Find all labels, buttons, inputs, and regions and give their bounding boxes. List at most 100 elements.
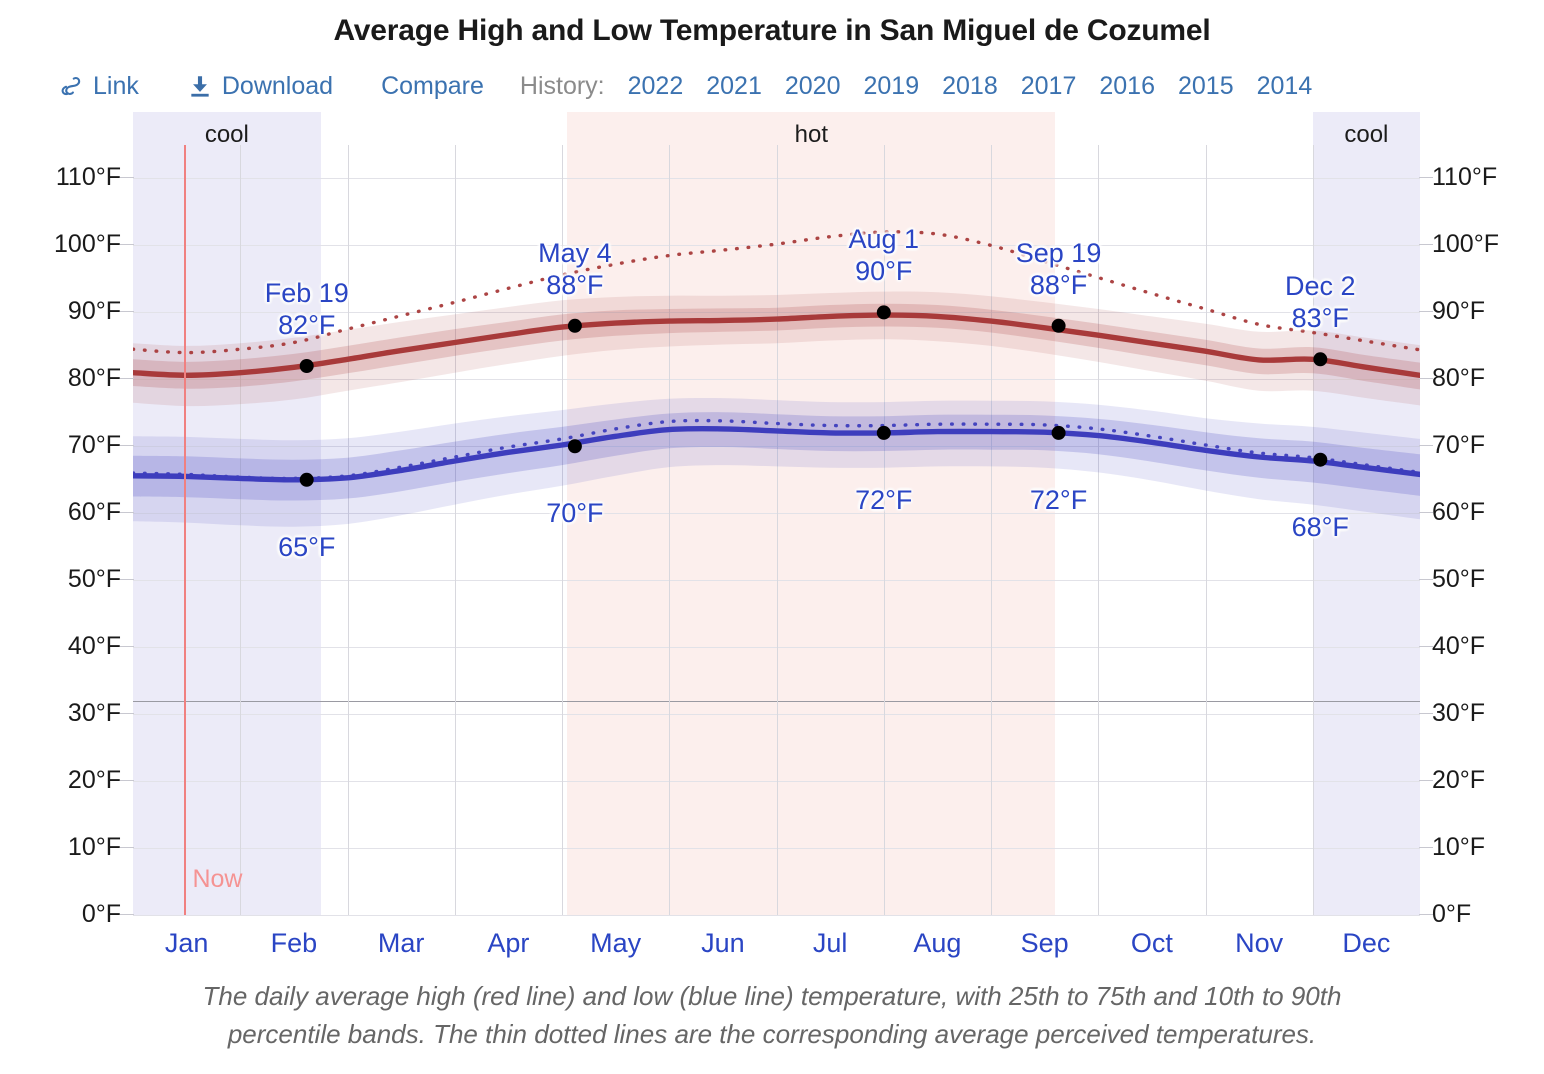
y-axis-tick-left-50: 50°F — [68, 567, 134, 592]
x-axis-tick-may: May — [590, 928, 642, 958]
x-axis-tick-oct: Oct — [1130, 928, 1173, 958]
y-axis-tick-right-90: 90°F — [1419, 299, 1485, 324]
annotation-sep19_low: 72°F — [949, 485, 1169, 517]
link-label: Link — [93, 71, 139, 100]
y-axis-tick-left-30: 30°F — [68, 701, 134, 726]
annotation-dot-sep19 — [1051, 318, 1066, 333]
y-axis-tick-right-110: 110°F — [1419, 165, 1497, 190]
y-tick-dash — [1419, 445, 1433, 447]
annotation-dec2_low: 68°F — [1210, 512, 1430, 544]
annotation-value-sep19_low: 72°F — [1029, 484, 1088, 515]
annotation-may4: May 4 88°F — [465, 238, 685, 302]
x-axis-tick-jun: Jun — [701, 928, 745, 958]
history-year-2021[interactable]: 2021 — [706, 72, 762, 101]
y-axis-tick-left-70: 70°F — [68, 433, 134, 458]
y-axis-tick-left-60: 60°F — [68, 500, 134, 525]
annotation-feb19: Feb 19 82°F — [197, 278, 417, 342]
history-label: History: — [519, 71, 605, 100]
annotation-dot-sep19_low — [1051, 425, 1066, 440]
y-axis-tick-left-110: 110°F — [56, 165, 134, 190]
annotation-value-dec2: 83°F — [1291, 303, 1349, 334]
annotation-dot-may4 — [567, 318, 582, 333]
x-axis-tick-dec: Dec — [1342, 928, 1391, 958]
y-tick-dash — [120, 579, 134, 581]
annotation-dec2: Dec 2 83°F — [1210, 271, 1430, 335]
annotation-dot-may4_low — [567, 439, 582, 454]
y-axis-tick-left-90: 90°F — [68, 299, 134, 324]
annotation-dot-dec2 — [1313, 352, 1328, 367]
history-year-2018[interactable]: 2018 — [942, 72, 998, 101]
history-year-2015[interactable]: 2015 — [1178, 72, 1234, 101]
y-tick-dash — [1419, 780, 1433, 782]
y-axis-tick-right-20: 20°F — [1419, 768, 1485, 793]
y-tick-dash — [120, 847, 134, 849]
y-axis-tick-right-40: 40°F — [1419, 634, 1485, 659]
annotation-value-sep19: 88°F — [1029, 269, 1088, 300]
history-year-2017[interactable]: 2017 — [1021, 72, 1077, 101]
annotation-dot-aug1 — [876, 305, 891, 320]
y-axis-tick-left-80: 80°F — [68, 366, 134, 391]
annotation-dot-dec2_low — [1313, 452, 1328, 467]
y-axis-tick-right-60: 60°F — [1419, 500, 1485, 525]
history-year-2016[interactable]: 2016 — [1099, 72, 1155, 101]
temperature-chart[interactable]: cool hot cool Now 0°F 0°F 10°F 10°F 20°F 20°F 30… — [54, 112, 1499, 958]
caption-line-1: The daily average high (red line) and lo… — [202, 981, 1342, 1011]
x-axis-tick-aug: Aug — [913, 928, 962, 958]
annotation-dot-feb19 — [299, 359, 314, 373]
history-year-2020[interactable]: 2020 — [785, 72, 841, 101]
annotation-value-may4: 88°F — [546, 269, 604, 300]
y-tick-dash — [120, 445, 134, 447]
annotation-value-may4_low: 70°F — [546, 498, 604, 529]
y-tick-dash — [120, 244, 134, 246]
y-axis-tick-left-40: 40°F — [68, 634, 134, 659]
x-axis-tick-feb: Feb — [270, 928, 318, 958]
annotation-date-feb19: Feb 19 — [264, 277, 349, 308]
y-axis-tick-right-30: 30°F — [1419, 701, 1485, 726]
chart-toolbar: Link Download Compare History: 2022 2021… — [58, 68, 1312, 104]
y-axis-tick-left-10: 10°F — [68, 835, 134, 860]
y-tick-dash — [120, 914, 134, 915]
annotation-sep19: Sep 19 88°F — [949, 238, 1169, 302]
y-tick-dash — [1419, 378, 1433, 380]
history-year-2014[interactable]: 2014 — [1257, 72, 1313, 101]
annotation-value-feb19_low: 65°F — [278, 531, 336, 562]
annotation-dot-aug1_low — [876, 425, 891, 440]
x-axis-tick-mar: Mar — [377, 928, 425, 958]
y-axis-tick-right-10: 10°F — [1419, 835, 1485, 860]
history-year-2019[interactable]: 2019 — [864, 72, 920, 101]
y-axis-tick-left-100: 100°F — [54, 232, 134, 257]
history-year-2022[interactable]: 2022 — [628, 72, 684, 101]
x-axis-tick-jul: Jul — [812, 928, 848, 958]
chart-caption: The daily average high (red line) and lo… — [72, 978, 1472, 1053]
x-axis-tick-apr: Apr — [487, 928, 530, 958]
x-axis-tick-jan: Jan — [164, 928, 209, 958]
compare-label: Compare — [381, 71, 484, 100]
y-tick-dash — [1419, 579, 1433, 581]
link-button[interactable]: Link — [58, 72, 139, 101]
annotation-date-sep19: Sep 19 — [1015, 237, 1102, 268]
y-axis-tick-left-20: 20°F — [68, 768, 134, 793]
y-tick-dash — [120, 713, 134, 715]
link-icon — [58, 73, 84, 99]
y-tick-dash — [1419, 847, 1433, 849]
download-button[interactable]: Download — [187, 72, 333, 101]
y-tick-dash — [1419, 713, 1433, 715]
y-tick-dash — [120, 311, 134, 313]
y-tick-dash — [120, 780, 134, 782]
annotation-date-dec2: Dec 2 — [1284, 271, 1356, 302]
y-tick-dash — [1419, 646, 1433, 648]
y-tick-dash — [120, 512, 134, 514]
y-axis-tick-right-50: 50°F — [1419, 567, 1485, 592]
y-tick-dash — [120, 378, 134, 380]
y-tick-dash — [1419, 914, 1433, 915]
now-line — [184, 145, 187, 915]
compare-button[interactable]: Compare — [381, 72, 484, 101]
y-axis-tick-right-80: 80°F — [1419, 366, 1485, 391]
x-axis-tick-nov: Nov — [1235, 928, 1284, 958]
x-axis-tick-sep: Sep — [1020, 928, 1069, 958]
y-tick-dash — [1419, 244, 1433, 246]
download-label: Download — [221, 71, 334, 100]
caption-line-2: percentile bands. The thin dotted lines … — [227, 1018, 1317, 1049]
y-axis-tick-right-0: 0°F — [1419, 902, 1471, 927]
y-axis-tick-right-100: 100°F — [1419, 232, 1499, 257]
